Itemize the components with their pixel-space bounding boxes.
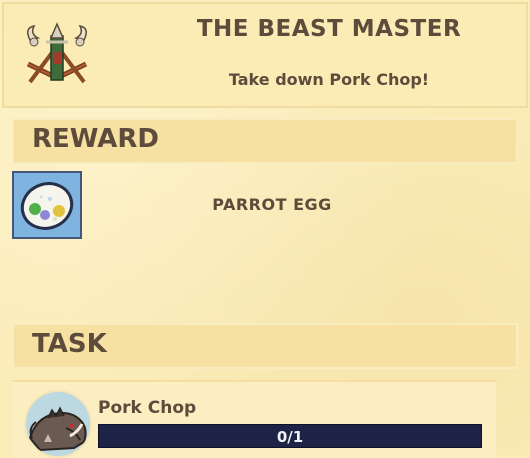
reward-header-label: REWARD [32, 124, 160, 154]
crossbow-trophy-icon [20, 22, 94, 96]
quest-description: Take down Pork Chop! [228, 70, 430, 89]
quest-title: THE BEAST MASTER [196, 16, 462, 42]
reward-item-name: PARROT EGG [212, 195, 332, 214]
task-progress-bar: 0/1 [98, 424, 482, 448]
task-section-header: TASK [12, 323, 518, 369]
task-name: Pork Chop [98, 398, 197, 418]
task-row: Pork Chop 0/1 [12, 380, 496, 458]
reward-section-header: REWARD [12, 118, 518, 164]
reward-item-slot[interactable] [12, 171, 82, 239]
task-header-label: TASK [32, 329, 107, 359]
task-progress-text: 0/1 [276, 428, 304, 446]
boar-icon [24, 390, 92, 458]
parrot-egg-icon [20, 182, 74, 230]
quest-header: THE BEAST MASTER Take down Pork Chop! [2, 2, 528, 108]
